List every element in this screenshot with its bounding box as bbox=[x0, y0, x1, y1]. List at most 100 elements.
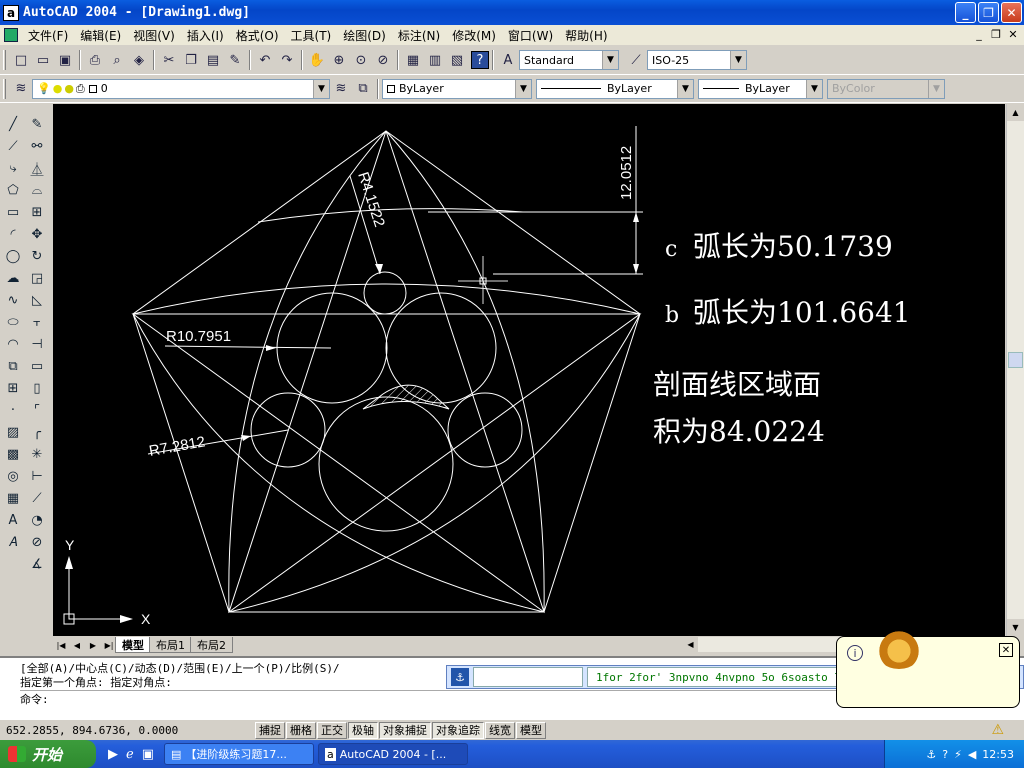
status-lineweight[interactable]: 线宽 bbox=[485, 721, 515, 739]
note-c-letter[interactable]: c bbox=[665, 237, 677, 262]
trim-icon[interactable]: ⫟ bbox=[27, 312, 47, 332]
explode-icon[interactable]: ✳ bbox=[27, 444, 47, 464]
arc-upper[interactable] bbox=[257, 208, 524, 223]
spline-icon[interactable]: ∿ bbox=[3, 290, 23, 310]
chamfer-icon[interactable]: ⌜ bbox=[27, 400, 47, 420]
break-at-point-icon[interactable]: ▭ bbox=[27, 356, 47, 376]
rotate-icon[interactable]: ↻ bbox=[27, 246, 47, 266]
stretch-icon[interactable]: ◺ bbox=[27, 290, 47, 310]
status-model[interactable]: 模型 bbox=[516, 721, 546, 739]
note-b[interactable]: 弧长为101.6641 bbox=[693, 296, 911, 329]
layer-previous-icon[interactable]: ⧉ bbox=[352, 78, 374, 100]
pan-icon[interactable]: ✋ bbox=[306, 49, 328, 71]
region-icon[interactable]: ◎ bbox=[3, 466, 23, 486]
insert-block-icon[interactable]: ⧉ bbox=[3, 356, 23, 376]
status-ortho[interactable]: 正交 bbox=[317, 721, 347, 739]
print-icon[interactable]: ⎙ bbox=[84, 49, 106, 71]
next-tab-icon[interactable]: ▶ bbox=[85, 638, 101, 652]
ime-logo-icon[interactable]: ⚓ bbox=[451, 668, 469, 686]
status-osnap[interactable]: 对象捕捉 bbox=[379, 721, 431, 739]
dim-text-r1[interactable]: R4.1522 bbox=[354, 170, 388, 229]
text-icon[interactable]: 𝐴 bbox=[3, 532, 23, 552]
cut-icon[interactable]: ✂ bbox=[158, 49, 180, 71]
help-tray-icon[interactable]: ? bbox=[942, 748, 948, 761]
table-icon[interactable]: ▦ bbox=[3, 488, 23, 508]
scroll-down-icon[interactable]: ▼ bbox=[1007, 619, 1024, 636]
doc-minimize-button[interactable]: _ bbox=[972, 27, 986, 41]
note-area-line2[interactable]: 积为84.0224 bbox=[653, 415, 825, 448]
open-icon[interactable]: ▭ bbox=[32, 49, 54, 71]
design-center-icon[interactable]: ▥ bbox=[424, 49, 446, 71]
task-autocad[interactable]: a AutoCAD 2004 - [... bbox=[318, 743, 468, 765]
gradient-icon[interactable]: ▩ bbox=[3, 444, 23, 464]
zoom-previous-icon[interactable]: ⊘ bbox=[372, 49, 394, 71]
scroll-left-icon[interactable]: ◀ bbox=[683, 637, 698, 652]
move-icon[interactable]: ✥ bbox=[27, 224, 47, 244]
minimize-button[interactable]: _ bbox=[955, 2, 976, 23]
angular-dimension-icon[interactable]: ∡ bbox=[27, 554, 47, 574]
vertical-scrollbar[interactable]: ▲ ▼ bbox=[1006, 104, 1024, 636]
close-button[interactable]: ✕ bbox=[1001, 2, 1022, 23]
ellipse-arc-icon[interactable]: ◠ bbox=[3, 334, 23, 354]
hatch-region[interactable] bbox=[362, 384, 450, 410]
linetype-select[interactable]: ByLayer ▼ bbox=[536, 78, 694, 99]
tab-layout1[interactable]: 布局1 bbox=[149, 637, 192, 653]
menu-modify[interactable]: 修改(M) bbox=[446, 27, 502, 44]
properties-icon[interactable]: ▦ bbox=[402, 49, 424, 71]
point-icon[interactable]: · bbox=[3, 400, 23, 420]
copy-object-icon[interactable]: ⚯ bbox=[27, 136, 47, 156]
warning-icon[interactable]: ⚠ bbox=[991, 722, 1004, 738]
arc-b[interactable] bbox=[132, 283, 641, 315]
help-icon[interactable]: ? bbox=[471, 51, 489, 69]
star-line[interactable] bbox=[131, 130, 642, 614]
status-polar[interactable]: 极轴 bbox=[348, 721, 378, 739]
layer-select[interactable]: 💡 ● ● ⎙ 0 ▼ bbox=[32, 78, 330, 99]
tab-model[interactable]: 模型 bbox=[115, 637, 151, 653]
ie-icon[interactable]: ℯ bbox=[126, 747, 134, 762]
note-c[interactable]: 弧长为50.1739 bbox=[693, 230, 893, 263]
media-player-icon[interactable]: ▶ bbox=[108, 747, 118, 762]
make-block-icon[interactable]: ⊞ bbox=[3, 378, 23, 398]
match-properties-icon[interactable]: ✎ bbox=[224, 49, 246, 71]
extend-icon[interactable]: ⊣ bbox=[27, 334, 47, 354]
ime-input-box[interactable] bbox=[473, 667, 583, 687]
diameter-dimension-icon[interactable]: ⊘ bbox=[27, 532, 47, 552]
task-exercise-doc[interactable]: ▤ 【进阶级练习题17... bbox=[164, 743, 314, 765]
status-snap[interactable]: 捕捉 bbox=[255, 721, 285, 739]
paste-icon[interactable]: ▤ bbox=[202, 49, 224, 71]
revision-cloud-icon[interactable]: ☁ bbox=[3, 268, 23, 288]
mirror-icon[interactable]: ⏅ bbox=[27, 158, 47, 178]
polygon-icon[interactable]: ⬠ bbox=[3, 180, 23, 200]
toolbar-grip[interactable] bbox=[3, 78, 6, 99]
hatch-icon[interactable]: ▨ bbox=[3, 422, 23, 442]
menu-tools[interactable]: 工具(T) bbox=[285, 27, 338, 44]
erase-icon[interactable]: ✎ bbox=[27, 114, 47, 134]
quicklaunch-icon[interactable]: ▣ bbox=[142, 747, 154, 762]
menu-window[interactable]: 窗口(W) bbox=[502, 27, 559, 44]
pentagon-outline[interactable] bbox=[132, 130, 641, 613]
note-area-line1[interactable]: 剖面线区域面 bbox=[653, 368, 821, 401]
zoom-window-icon[interactable]: ⊙ bbox=[350, 49, 372, 71]
clock[interactable]: 12:53 bbox=[982, 748, 1014, 761]
menu-dimension[interactable]: 标注(N) bbox=[392, 27, 446, 44]
ime-tray-icon[interactable]: ⚓ bbox=[926, 748, 936, 761]
save-icon[interactable]: ▣ bbox=[54, 49, 76, 71]
line-icon[interactable]: ╱ bbox=[3, 114, 23, 134]
layer-manager-icon[interactable]: ≋ bbox=[10, 78, 32, 100]
dim-text-r2[interactable]: R10.7951 bbox=[166, 328, 231, 345]
copy-icon[interactable]: ❐ bbox=[180, 49, 202, 71]
tab-layout2[interactable]: 布局2 bbox=[190, 637, 233, 653]
tool-palettes-icon[interactable]: ▧ bbox=[446, 49, 468, 71]
menu-edit[interactable]: 编辑(E) bbox=[74, 27, 127, 44]
dim-text-vertical[interactable]: 12.0512 bbox=[618, 146, 635, 200]
multiline-text-icon[interactable]: A bbox=[3, 510, 23, 530]
toolbar-grip[interactable] bbox=[3, 50, 6, 70]
menu-view[interactable]: 视图(V) bbox=[127, 27, 181, 44]
fillet-icon[interactable]: ╭ bbox=[27, 422, 47, 442]
coordinate-readout[interactable]: 652.2855, 894.6736, 0.0000 bbox=[0, 724, 255, 737]
menu-help[interactable]: 帮助(H) bbox=[559, 27, 613, 44]
redo-icon[interactable]: ↷ bbox=[276, 49, 298, 71]
circle-small-top[interactable] bbox=[363, 271, 407, 315]
new-icon[interactable]: □ bbox=[10, 49, 32, 71]
radius-dimension-icon[interactable]: ◔ bbox=[27, 510, 47, 530]
